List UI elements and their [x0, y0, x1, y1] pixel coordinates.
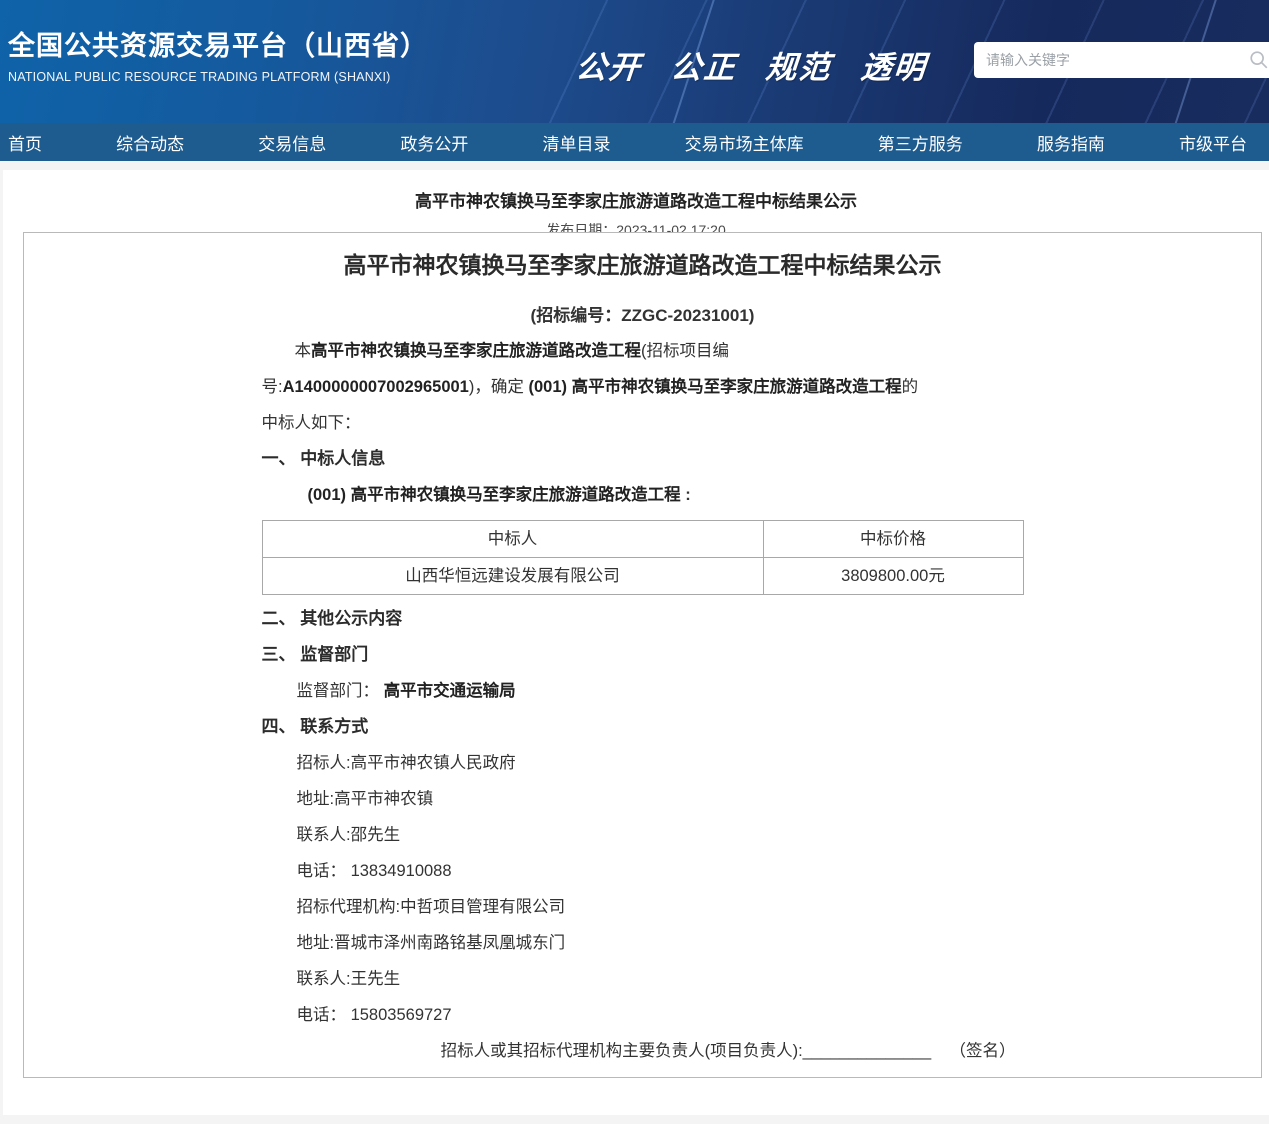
contact-agency-address: 地址:晋城市泽州南路铭基凤凰城东门 [262, 925, 1024, 961]
signature-line-agency: 招标人或其招标代理机构:______________ （盖章） [262, 1069, 1024, 1078]
slogan: 公开 公正 规范 透明 [574, 42, 929, 87]
section-heading-supervisor: 三、 监督部门 [262, 637, 1024, 673]
contact-agency-person: 联系人:王先生 [262, 961, 1024, 997]
page-title: 高平市神农镇换马至李家庄旅游道路改造工程中标结果公示 [3, 170, 1269, 212]
nav-divider-band [0, 161, 1269, 170]
page: 全国公共资源交易平台（山西省） NATIONAL PUBLIC RESOURCE… [0, 0, 1269, 1124]
contact-agency: 招标代理机构:中哲项目管理有限公司 [262, 889, 1024, 925]
supervisor-line: 监督部门： 高平市交通运输局 [262, 673, 1024, 709]
nav-item-third-party[interactable]: 第三方服务 [878, 130, 963, 155]
slogan-word-fair: 公正 [669, 42, 739, 87]
intro-text: 号: [262, 378, 283, 396]
intro-project-code: A1400000007002965001 [283, 378, 469, 396]
lot-name: (001) 高平市神农镇换马至李家庄旅游道路改造工程 [308, 486, 681, 504]
nav-item-market-entities[interactable]: 交易市场主体库 [685, 130, 804, 155]
lot-colon: : [681, 486, 691, 504]
contact-tenderee-address: 地址:高平市神农镇 [262, 781, 1024, 817]
table-header-row: 中标人 中标价格 [262, 521, 1023, 558]
contact-tenderee-person: 联系人:邵先生 [262, 817, 1024, 853]
site-title: 全国公共资源交易平台（山西省） [8, 24, 428, 63]
footer-strip [0, 1115, 1269, 1124]
section-heading-winner-info: 一、 中标人信息 [262, 441, 1024, 477]
contact-tenderee-phone: 电话： 13834910088 [262, 853, 1024, 889]
nav-item-city-platform[interactable]: 市级平台 [1179, 130, 1247, 155]
intro-text: )，确定 [469, 378, 529, 396]
nav-item-news[interactable]: 综合动态 [116, 130, 184, 155]
search-icon[interactable] [1248, 49, 1269, 71]
document-title: 高平市神农镇换马至李家庄旅游道路改造工程中标结果公示 [24, 246, 1261, 280]
winner-name-cell: 山西华恒远建设发展有限公司 [262, 558, 763, 595]
intro-project-name: 高平市神农镇换马至李家庄旅游道路改造工程 [311, 342, 641, 360]
signature-line-principal: 招标人或其招标代理机构主要负责人(项目负责人):______________ （… [262, 1033, 1024, 1069]
col-header-price: 中标价格 [763, 521, 1023, 558]
document-body: 本高平市神农镇换马至李家庄旅游道路改造工程(招标项目编号:A1400000007… [262, 333, 1024, 1078]
table-row: 山西华恒远建设发展有限公司 3809800.00元 [262, 558, 1023, 595]
search-input[interactable] [986, 52, 1240, 68]
nav-item-home[interactable]: 首页 [8, 130, 42, 155]
nav-item-service-guide[interactable]: 服务指南 [1037, 130, 1105, 155]
supervisor-value: 高平市交通运输局 [384, 682, 516, 700]
section-heading-other: 二、 其他公示内容 [262, 601, 1024, 637]
award-table: 中标人 中标价格 山西华恒远建设发展有限公司 3809800.00元 [262, 520, 1024, 595]
winner-price-cell: 3809800.00元 [763, 558, 1023, 595]
site-header: 全国公共资源交易平台（山西省） NATIONAL PUBLIC RESOURCE… [0, 0, 1269, 123]
section-heading-contact: 四、 联系方式 [262, 709, 1024, 745]
col-header-winner: 中标人 [262, 521, 763, 558]
nav-item-trade-info[interactable]: 交易信息 [258, 130, 326, 155]
slogan-word-standard: 规范 [764, 42, 834, 87]
slogan-word-open: 公开 [574, 42, 644, 87]
intro-text: (招标项目编 [641, 342, 729, 360]
tender-number-line: (招标编号：ZZGC-20231001) [24, 301, 1261, 326]
site-logo[interactable]: 全国公共资源交易平台（山西省） NATIONAL PUBLIC RESOURCE… [8, 24, 428, 84]
intro-paragraph: 本高平市神农镇换马至李家庄旅游道路改造工程(招标项目编号:A1400000007… [262, 333, 1024, 441]
supervisor-label: 监督部门： [297, 682, 384, 700]
contact-tenderee: 招标人:高平市神农镇人民政府 [262, 745, 1024, 781]
nav-item-gov-affairs[interactable]: 政务公开 [400, 130, 468, 155]
main-nav: 首页 综合动态 交易信息 政务公开 清单目录 交易市场主体库 第三方服务 服务指… [0, 123, 1269, 161]
slogan-word-transparent: 透明 [859, 42, 929, 87]
intro-text: 中标人如下： [262, 414, 361, 432]
site-subtitle: NATIONAL PUBLIC RESOURCE TRADING PLATFOR… [8, 70, 428, 84]
document-box: 高平市神农镇换马至李家庄旅游道路改造工程中标结果公示 (招标编号：ZZGC-20… [23, 232, 1262, 1078]
content-area: 高平市神农镇换马至李家庄旅游道路改造工程中标结果公示 发布日期：2023-11-… [3, 170, 1269, 1115]
nav-item-catalog[interactable]: 清单目录 [543, 130, 611, 155]
intro-text: 本 [295, 342, 312, 360]
lot-subheading: (001) 高平市神农镇换马至李家庄旅游道路改造工程 : [262, 477, 1024, 513]
intro-lot-name: (001) 高平市神农镇换马至李家庄旅游道路改造工程 [528, 378, 901, 396]
intro-text: 的 [902, 378, 919, 396]
search-box [974, 42, 1269, 78]
contact-agency-phone: 电话： 15803569727 [262, 997, 1024, 1033]
